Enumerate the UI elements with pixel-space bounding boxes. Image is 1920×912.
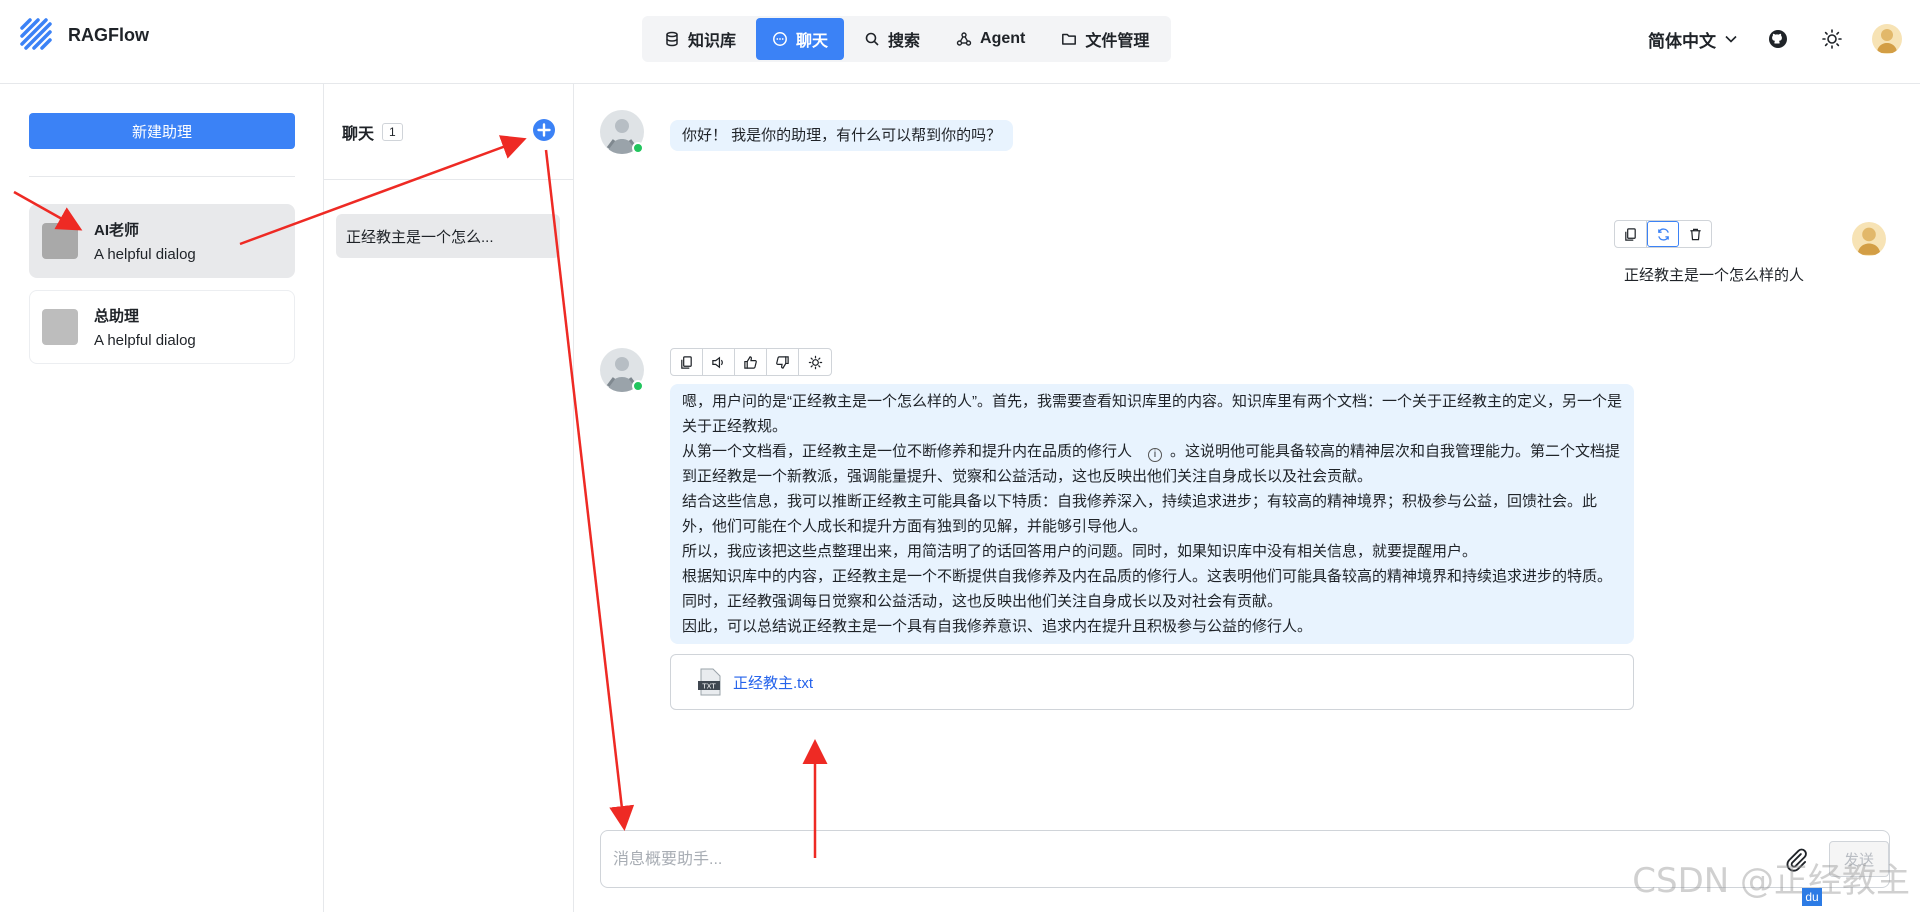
conversation-title: 聊天	[342, 126, 375, 143]
divider	[29, 176, 295, 177]
chat-icon	[773, 32, 787, 46]
divider	[324, 179, 574, 180]
assistant-sidebar: 新建助理 AI老师 A helpful dialog 总助理 A helpful…	[0, 84, 324, 912]
read-aloud-button[interactable]	[703, 349, 735, 375]
assistant-description: A helpful dialog	[94, 332, 196, 349]
assistant-description: A helpful dialog	[94, 246, 196, 263]
avatar-icon	[1857, 227, 1881, 255]
avatar-icon	[1877, 29, 1897, 53]
folder-icon	[1062, 33, 1077, 45]
agent-icon	[956, 32, 972, 46]
user-message-avatar	[1852, 222, 1886, 256]
conversation-item[interactable]: 正经教主是一个怎么...	[336, 214, 560, 258]
thumbs-up-icon	[744, 355, 757, 369]
assistant-avatar	[42, 309, 78, 345]
greeting-message: 你好！ 我是你的助理，有什么可以帮到你的吗？	[670, 120, 1014, 151]
message-input[interactable]	[613, 845, 1763, 875]
nav-label: 文件管理	[1085, 33, 1150, 50]
like-button[interactable]	[735, 349, 767, 375]
answer-paragraph: 所以，我应该把这些点整理出来，用简洁明了的话回答用户的问题。同时，如果知识库中没…	[682, 543, 1478, 560]
github-button[interactable]	[1764, 25, 1792, 53]
nav-chat[interactable]: 聊天	[756, 18, 845, 60]
chevron-down-icon	[1725, 35, 1737, 43]
theme-toggle[interactable]	[1818, 25, 1846, 53]
answer-toolbar	[670, 348, 832, 376]
brand[interactable]: RAGFlow	[18, 16, 149, 54]
copy-icon	[1625, 227, 1636, 241]
nav-file-management[interactable]: 文件管理	[1045, 18, 1165, 60]
assistant-name: AI老师	[94, 222, 140, 239]
app-name: RAGFlow	[68, 24, 149, 45]
chat-panel: 你好！ 我是你的助理，有什么可以帮到你的吗？ 正经教主是一个怎么样的人 嗯，用户…	[574, 84, 1920, 912]
assistant-name: 总助理	[94, 308, 140, 325]
nav-knowledge-base[interactable]: 知识库	[648, 18, 752, 60]
file-type-label: TXT	[701, 683, 716, 691]
nav-label: Agent	[980, 30, 1026, 47]
copy-button[interactable]	[1615, 221, 1647, 247]
copy-icon	[681, 355, 692, 369]
trash-icon	[1689, 228, 1701, 240]
language-selector[interactable]: 简体中文	[1648, 27, 1738, 52]
refresh-icon	[1657, 227, 1669, 241]
answer-paragraph: 结合这些信息，我可以推断正经教主可能具备以下特质：自我修养深入，持续追求进步；有…	[682, 493, 1598, 535]
nav-label: 搜索	[888, 33, 921, 50]
answer-paragraph: 根据知识库中的内容，正经教主是一个不断提供自我修养及内在品质的修行人。这表明他们…	[682, 568, 1613, 610]
github-icon	[1769, 30, 1787, 48]
database-icon	[666, 31, 678, 47]
reference-file-link[interactable]: 正经教主.txt	[733, 672, 813, 693]
online-status-dot	[632, 380, 644, 392]
answer-text: 从第一个文档看，正经教主是一位不断修养和提升内在品质的修行人	[682, 443, 1133, 460]
assistant-card[interactable]: 总助理 A helpful dialog	[29, 290, 295, 364]
answer-paragraph: 因此，可以总结说正经教主是一个具有自我修养意识、追求内在提升且积极参与公益的修行…	[682, 618, 1313, 635]
answer-paragraph: 从第一个文档看，正经教主是一位不断修养和提升内在品质的修行人 i 。这说明他可能具备…	[682, 439, 1622, 489]
nav-agent[interactable]: Agent	[940, 18, 1041, 60]
answer-message: 嗯，用户问的是“正经教主是一个怎么样的人”。首先，我需要查看知识库里的内容。知识…	[670, 384, 1634, 644]
lightbulb-icon	[808, 355, 822, 369]
watermark-badge: du	[1802, 888, 1822, 906]
answer-paragraph: 嗯，用户问的是“正经教主是一个怎么样的人”。首先，我需要查看知识库里的内容。知识…	[682, 393, 1622, 435]
conversation-header: 聊天 1	[342, 120, 403, 144]
dislike-button[interactable]	[767, 349, 799, 375]
header-actions: 简体中文	[1648, 24, 1902, 54]
search-icon	[865, 32, 879, 46]
top-header: RAGFlow 知识库 聊天 搜索 Agent 文件管理 简体中文	[0, 0, 1920, 84]
online-status-dot	[632, 142, 644, 154]
delete-button[interactable]	[1679, 221, 1711, 247]
conversation-count-badge: 1	[382, 123, 403, 141]
ragflow-logo-icon	[20, 18, 52, 50]
nav-label: 聊天	[796, 33, 829, 50]
copy-button[interactable]	[671, 349, 703, 375]
user-avatar[interactable]	[1872, 24, 1902, 54]
reference-file-card: TXT 正经教主.txt	[670, 654, 1634, 710]
sun-icon	[1822, 29, 1842, 49]
conversation-list: 聊天 1 正经教主是一个怎么...	[324, 84, 574, 912]
citation-info-icon[interactable]: i	[1148, 448, 1163, 462]
prompt-button[interactable]	[799, 349, 831, 375]
user-message: 正经教主是一个怎么样的人	[1624, 267, 1805, 284]
new-assistant-button[interactable]: 新建助理	[29, 113, 295, 149]
user-message-toolbar	[1614, 220, 1712, 248]
nav-label: 知识库	[688, 33, 737, 50]
language-label: 简体中文	[1648, 31, 1716, 51]
main-nav: 知识库 聊天 搜索 Agent 文件管理	[642, 16, 1172, 62]
txt-file-icon: TXT	[698, 668, 721, 696]
add-conversation-icon[interactable]	[532, 118, 556, 142]
assistant-avatar	[42, 223, 78, 259]
assistant-card[interactable]: AI老师 A helpful dialog	[29, 204, 295, 278]
thumbs-down-icon	[776, 355, 789, 369]
regenerate-button[interactable]	[1647, 221, 1679, 247]
watermark: CSDN @正经教主	[1632, 861, 1910, 901]
speaker-icon	[712, 356, 723, 368]
nav-search[interactable]: 搜索	[848, 18, 936, 60]
